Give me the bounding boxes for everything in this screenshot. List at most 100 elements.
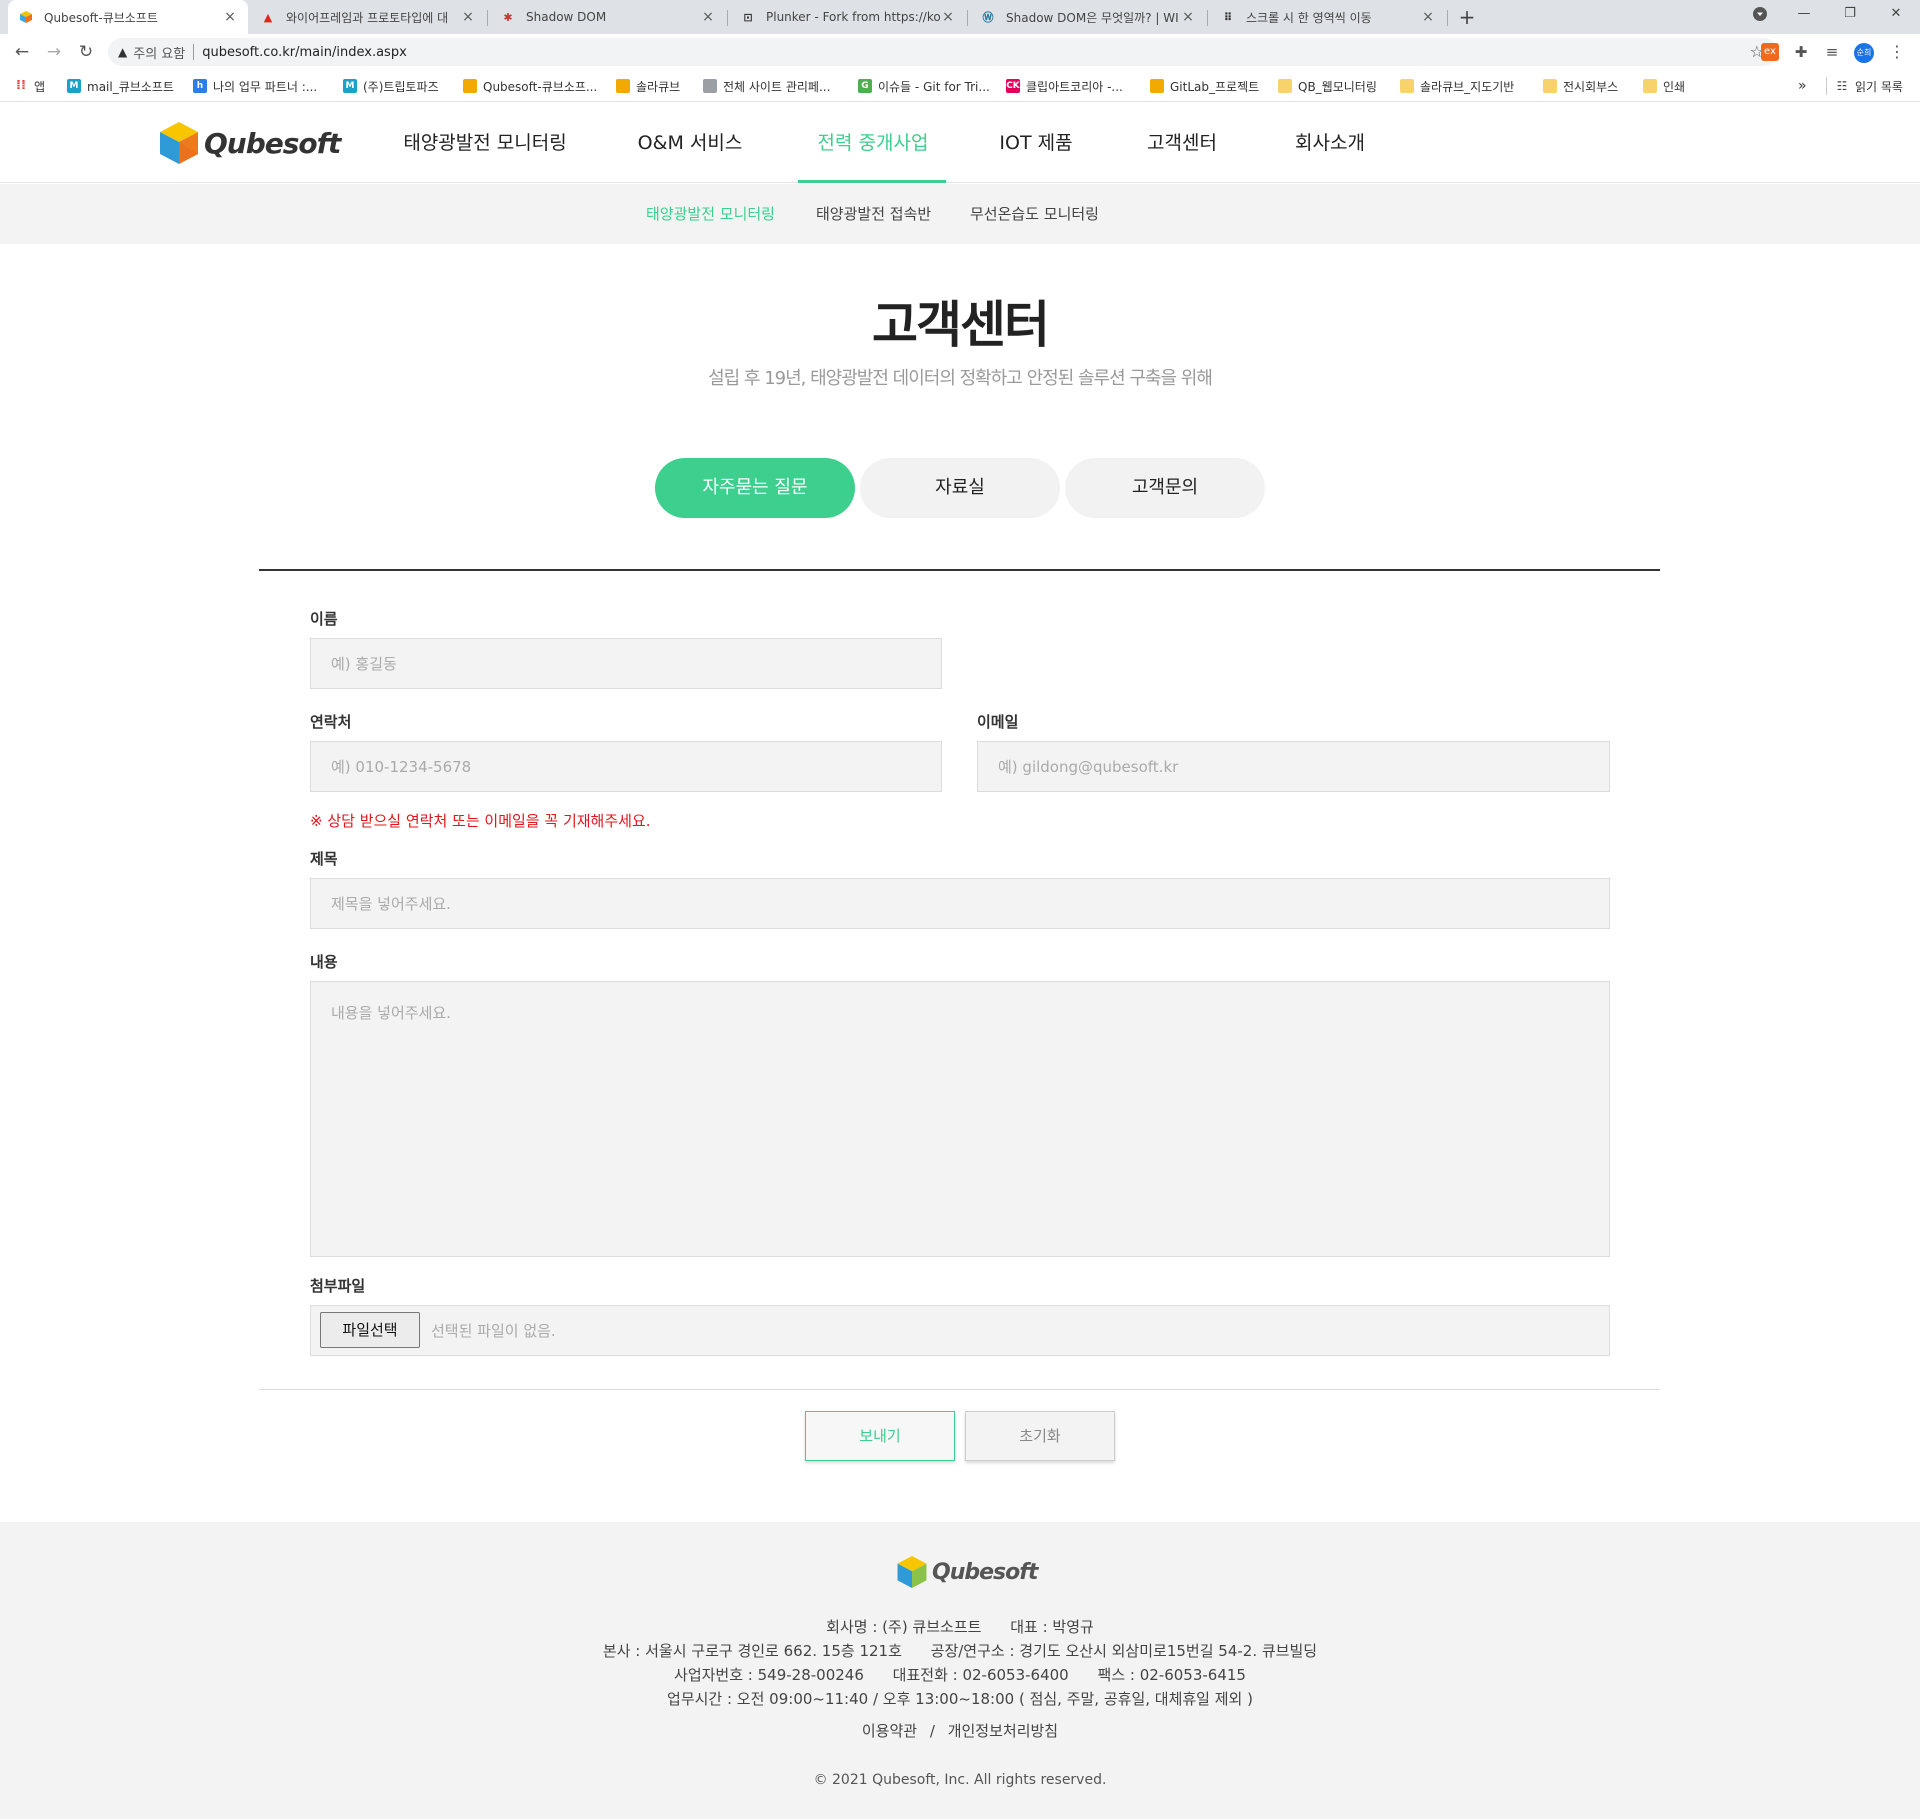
bookmark-item[interactable]: CK 클립아트코리아 -...	[1006, 77, 1123, 95]
dom-favicon-icon: ✱	[503, 10, 513, 24]
new-tab-button[interactable]: +	[1454, 4, 1480, 30]
close-icon[interactable]: ×	[940, 9, 956, 25]
tab-inquiry[interactable]: 고객문의	[1065, 458, 1265, 518]
qubesoft-cube-logo-icon	[897, 1556, 927, 1588]
phone-input[interactable]: 예) 010-1234-5678	[310, 741, 942, 792]
bookmark-label: GitLab_프로젝트	[1170, 79, 1260, 94]
footer-contact-line: 사업자번호 : 549-28-00246 대표전화 : 02-6053-6400…	[0, 1664, 1920, 1685]
reload-icon[interactable]: ↻	[74, 40, 98, 64]
qubesoft-cube-logo-icon	[158, 120, 200, 166]
tab-title: Shadow DOM은 무엇일까? | WI	[1006, 10, 1179, 25]
page-icon	[703, 79, 717, 93]
subnav-wireless-humidity[interactable]: 무선온습도 모니터링	[970, 184, 1099, 244]
bookmark-label: Qubesoft-큐브소프...	[483, 79, 598, 94]
footer-link-separator: /	[929, 1722, 935, 1740]
browser-tab[interactable]: Qubesoft-큐브소프트 ×	[8, 0, 248, 34]
footer-terms-link[interactable]: 이용약관	[862, 1722, 917, 1740]
close-icon[interactable]: ×	[1420, 9, 1436, 25]
bookmark-item[interactable]: 전시회부스	[1543, 77, 1618, 95]
content-textarea[interactable]: 내용을 넣어주세요.	[310, 981, 1610, 1257]
puzzle-icon[interactable]: ✚	[1792, 43, 1810, 61]
sub-navigation: 태양광발전 모니터링 태양광발전 접속반 무선온습도 모니터링	[0, 184, 1920, 244]
footer-ceo: 대표 : 박영규	[1010, 1618, 1094, 1636]
restore-icon[interactable]: ❐	[1830, 6, 1870, 28]
choose-file-button[interactable]: 파일선택	[320, 1312, 420, 1348]
window-close-icon[interactable]: ✕	[1876, 6, 1916, 28]
folder-icon	[1400, 79, 1414, 93]
bookmark-item[interactable]: 전체 사이트 관리페...	[703, 77, 830, 95]
tab-title: Plunker - Fork from https://ko.ja	[766, 10, 940, 24]
bookmark-item[interactable]: GitLab_프로젝트	[1150, 77, 1259, 95]
menu-kebab-icon[interactable]: ⋮	[1888, 43, 1906, 61]
bookmarks-bar: ⁞⁞ 앱 Mmail_큐브소프트 h 나의 업무 파트너 :... M (주)트립토파…	[0, 70, 1920, 102]
bookmark-item[interactable]: 솔라큐브_지도기반	[1400, 77, 1514, 95]
close-icon[interactable]: ×	[222, 9, 238, 25]
nav-solar-monitoring[interactable]: 태양광발전 모니터링	[400, 103, 570, 183]
bookmark-item[interactable]: ⁞⁞ 앱	[14, 77, 45, 95]
url-text[interactable]: qubesoft.co.kr/main/index.aspx	[202, 45, 407, 60]
folder-icon	[1543, 79, 1557, 93]
bookmark-item[interactable]: M (주)트립토파즈	[343, 77, 439, 95]
footer-company-line: 회사명 : (주) 큐브소프트 대표 : 박영규	[0, 1616, 1920, 1637]
cube-favicon-icon	[18, 9, 34, 25]
bookmark-item[interactable]: G 이슈들 - Git for Tri...	[858, 77, 990, 95]
bookmark-item[interactable]: Mmail_큐브소프트	[67, 77, 174, 95]
cube-icon	[463, 79, 477, 93]
subnav-solar-junction-box[interactable]: 태양광발전 접속반	[816, 184, 931, 244]
phone-label: 연락처	[310, 713, 352, 731]
tab-archive[interactable]: 자료실	[860, 458, 1060, 518]
tab-faq[interactable]: 자주묻는 질문	[655, 458, 855, 518]
security-status[interactable]: 주의 요함	[133, 43, 185, 62]
nav-company-info[interactable]: 회사소개	[1290, 103, 1370, 183]
site-logo[interactable]: Qubesoft	[158, 120, 341, 166]
minimize-icon[interactable]: —	[1784, 6, 1824, 28]
reading-list-button[interactable]: ☷ 읽기 목록	[1826, 77, 1903, 95]
bookmark-item[interactable]: 솔라큐브	[616, 77, 680, 95]
ck-icon: CK	[1006, 79, 1020, 93]
attachment-label: 첨부파일	[310, 1277, 366, 1295]
reset-button[interactable]: 초기화	[965, 1411, 1115, 1461]
m-icon: M	[67, 79, 81, 93]
close-icon[interactable]: ×	[700, 9, 716, 25]
back-icon[interactable]: ←	[10, 40, 34, 64]
form-bottom-divider	[259, 1389, 1660, 1390]
file-status-text: 선택된 파일이 없음.	[431, 1322, 556, 1340]
tab-search-icon[interactable]	[1740, 6, 1780, 28]
bookmark-label: 이슈들 - Git for Tri...	[878, 79, 990, 94]
nav-customer-center[interactable]: 고객센터	[1142, 103, 1222, 183]
browser-tab[interactable]: Ⓦ Shadow DOM은 무엇일까? | WI ×	[970, 0, 1206, 34]
tab-title: 스크롤 시 한 영역씩 이동	[1246, 10, 1372, 25]
media-queue-icon[interactable]: ≡	[1823, 43, 1841, 61]
close-icon[interactable]: ×	[1180, 9, 1196, 25]
address-bar[interactable]: ▲ 주의 요함 qubesoft.co.kr/main/index.aspx ☆	[108, 38, 1778, 66]
subnav-solar-monitoring[interactable]: 태양광발전 모니터링	[646, 184, 775, 244]
subject-input[interactable]: 제목을 넣어주세요.	[310, 878, 1610, 929]
footer-brand-name: Qubesoft	[932, 1559, 1038, 1585]
name-input[interactable]: 예) 홍길동	[310, 638, 942, 689]
nav-power-brokerage[interactable]: 전력 중개사업	[800, 103, 946, 183]
forward-icon[interactable]: →	[42, 40, 66, 64]
profile-avatar[interactable]: 순희	[1854, 43, 1874, 63]
warning-icon[interactable]: ▲	[118, 45, 127, 59]
nav-iot-products[interactable]: IOT 제품	[996, 103, 1076, 183]
browser-tab[interactable]: ✱ Shadow DOM ×	[490, 0, 726, 34]
extension-icon[interactable]: ex	[1761, 43, 1779, 61]
bookmark-item[interactable]: 인쇄	[1643, 77, 1685, 95]
footer-privacy-link[interactable]: 개인정보처리방침	[948, 1722, 1058, 1740]
browser-tab[interactable]: ⊡ Plunker - Fork from https://ko.ja ×	[730, 0, 966, 34]
nav-om-service[interactable]: O&M 서비스	[630, 103, 750, 183]
bookmark-item[interactable]: QB_웹모니터링	[1278, 77, 1377, 95]
send-button[interactable]: 보내기	[805, 1411, 955, 1461]
close-icon[interactable]: ×	[460, 9, 476, 25]
bookmarks-more-button[interactable]: »	[1798, 77, 1807, 95]
folder-icon	[1643, 79, 1657, 93]
bookmark-item[interactable]: h 나의 업무 파트너 :...	[193, 77, 317, 95]
browser-tab[interactable]: ⠿ 스크롤 시 한 영역씩 이동 ×	[1210, 0, 1446, 34]
footer-factory-address: 공장/연구소 : 경기도 오산시 외삼미로15번길 54-2. 큐브빌딩	[930, 1642, 1318, 1660]
footer-logo[interactable]: Qubesoft	[896, 1554, 1038, 1590]
partner-icon: h	[193, 79, 207, 93]
git-icon: G	[858, 79, 872, 93]
browser-tab[interactable]: ▲ 와이어프레임과 프로토타입에 대 ×	[250, 0, 486, 34]
bookmark-item[interactable]: Qubesoft-큐브소프...	[463, 77, 597, 95]
email-input[interactable]: 예) gildong@qubesoft.kr	[977, 741, 1610, 792]
